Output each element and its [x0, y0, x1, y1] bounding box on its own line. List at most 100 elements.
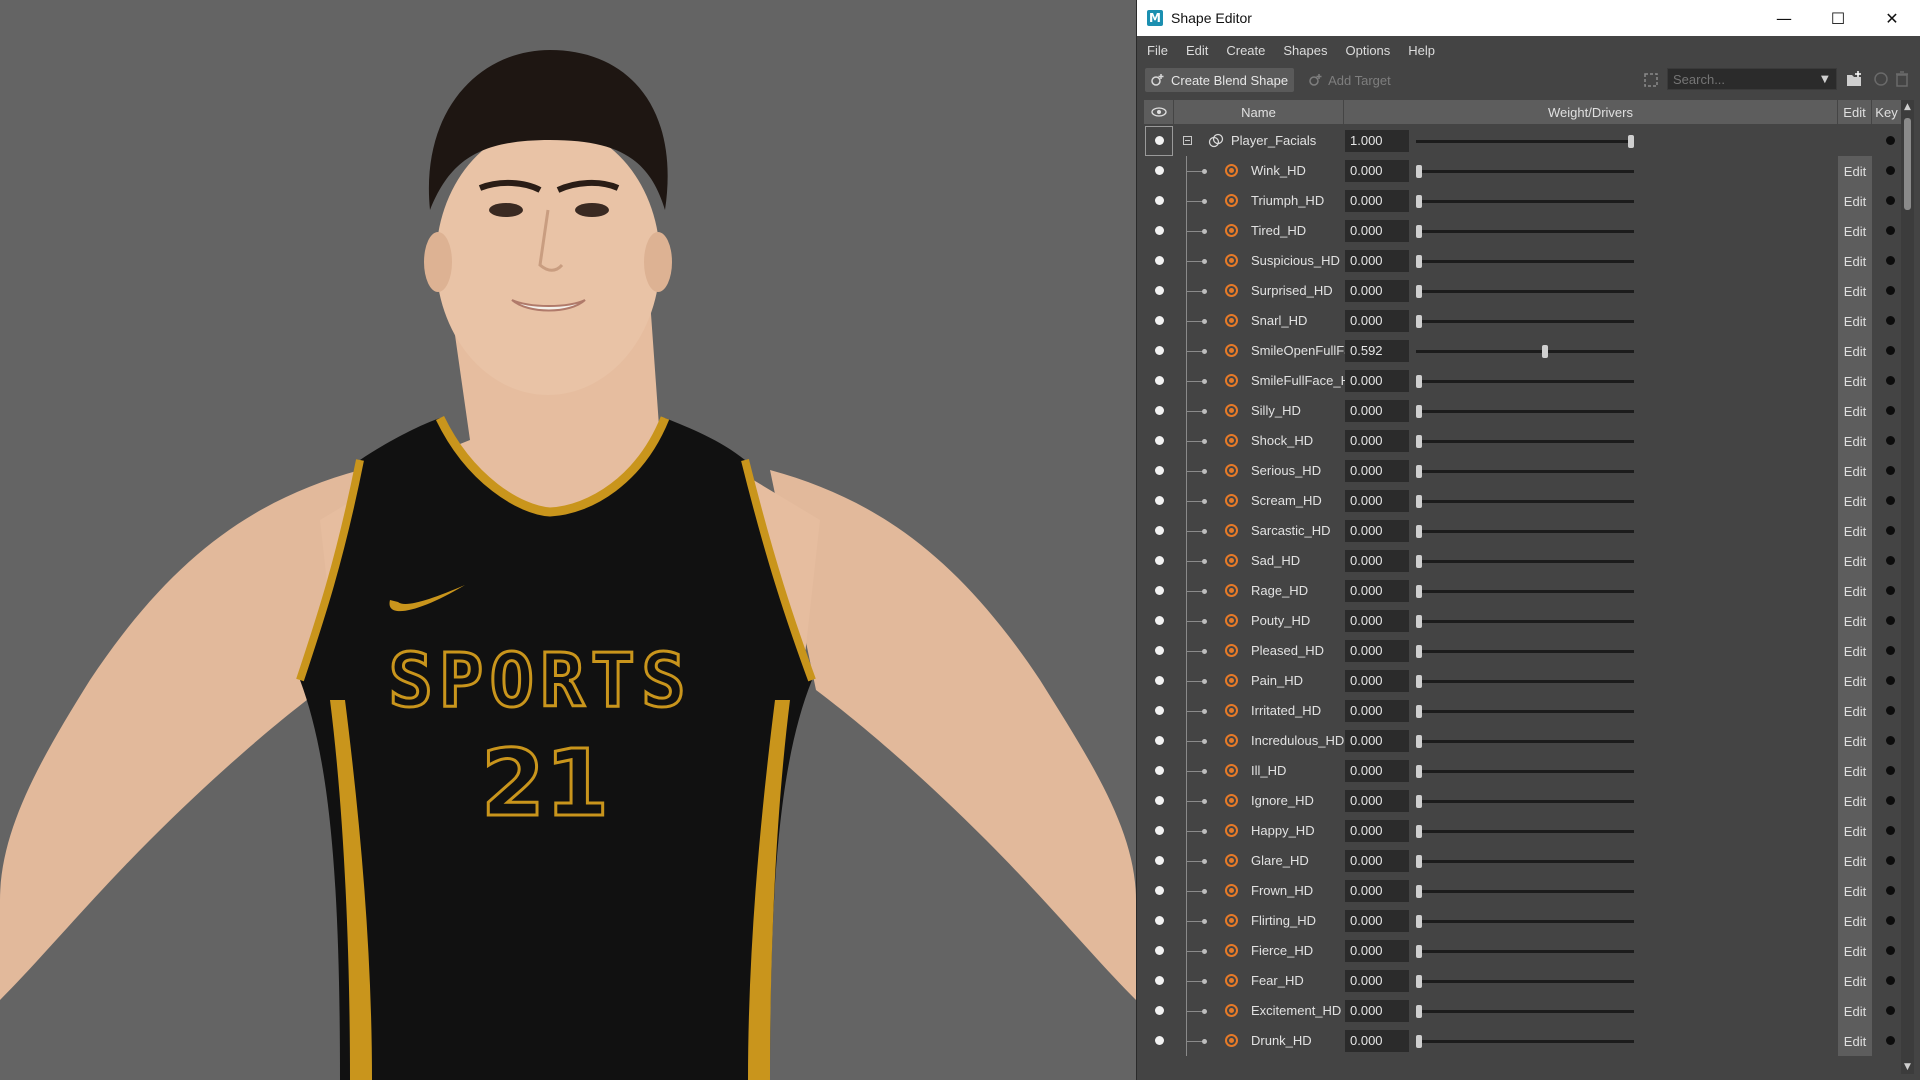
search-field[interactable]: ▼ — [1667, 68, 1837, 90]
key-button[interactable] — [1886, 976, 1895, 985]
weight-field[interactable]: 0.000 — [1345, 1000, 1409, 1022]
edit-button[interactable]: Edit — [1838, 996, 1872, 1026]
title-bar[interactable]: M Shape Editor — ☐ ✕ — [1137, 0, 1920, 36]
name-column-header[interactable]: Name — [1174, 100, 1344, 124]
key-button[interactable] — [1886, 616, 1895, 625]
weight-slider[interactable] — [1416, 675, 1634, 688]
weight-slider[interactable] — [1416, 765, 1634, 778]
slider-handle[interactable] — [1416, 165, 1422, 178]
weight-field[interactable]: 0.000 — [1345, 550, 1409, 572]
create-blend-shape-button[interactable]: Create Blend Shape — [1145, 68, 1295, 92]
slider-handle[interactable] — [1416, 885, 1422, 898]
slider-handle[interactable] — [1416, 645, 1422, 658]
slider-handle[interactable] — [1416, 675, 1422, 688]
edit-button[interactable]: Edit — [1838, 156, 1872, 186]
weight-field[interactable]: 0.000 — [1345, 190, 1409, 212]
edit-button[interactable]: Edit — [1838, 876, 1872, 906]
key-button[interactable] — [1886, 646, 1895, 655]
visibility-toggle[interactable] — [1155, 856, 1164, 865]
weight-field[interactable]: 0.000 — [1345, 670, 1409, 692]
weight-field[interactable]: 0.000 — [1345, 970, 1409, 992]
edit-button[interactable]: Edit — [1838, 906, 1872, 936]
target-row[interactable]: Fear_HD 0.000 Edit — [1144, 966, 1901, 996]
visibility-toggle[interactable] — [1155, 406, 1164, 415]
weight-field[interactable]: 0.000 — [1345, 1030, 1409, 1052]
visibility-toggle[interactable] — [1155, 616, 1164, 625]
slider-handle[interactable] — [1416, 1005, 1422, 1018]
weight-field[interactable]: 0.000 — [1345, 400, 1409, 422]
slider-handle[interactable] — [1416, 1035, 1422, 1048]
slider-handle[interactable] — [1416, 855, 1422, 868]
edit-button[interactable]: Edit — [1838, 456, 1872, 486]
close-icon[interactable]: ✕ — [1865, 0, 1919, 36]
edit-button[interactable]: Edit — [1838, 966, 1872, 996]
target-row[interactable]: Silly_HD 0.000 Edit — [1144, 396, 1901, 426]
visibility-toggle[interactable] — [1155, 136, 1164, 145]
key-button[interactable] — [1886, 826, 1895, 835]
key-button[interactable] — [1886, 586, 1895, 595]
key-button[interactable] — [1886, 946, 1895, 955]
target-row[interactable]: Rage_HD 0.000 Edit — [1144, 576, 1901, 606]
key-button[interactable] — [1886, 256, 1895, 265]
target-row[interactable]: Sarcastic_HD 0.000 Edit — [1144, 516, 1901, 546]
target-row[interactable]: Ill_HD 0.000 Edit — [1144, 756, 1901, 786]
visibility-toggle[interactable] — [1155, 526, 1164, 535]
edit-button[interactable]: Edit — [1838, 336, 1872, 366]
edit-button[interactable]: Edit — [1838, 396, 1872, 426]
edit-button[interactable]: Edit — [1838, 726, 1872, 756]
weight-field[interactable]: 0.000 — [1345, 160, 1409, 182]
visibility-toggle[interactable] — [1155, 766, 1164, 775]
visibility-toggle[interactable] — [1155, 1036, 1164, 1045]
visibility-toggle[interactable] — [1155, 346, 1164, 355]
weight-field[interactable]: 0.000 — [1345, 940, 1409, 962]
target-row[interactable]: Incredulous_HD 0.000 Edit — [1144, 726, 1901, 756]
target-row[interactable]: Pleased_HD 0.000 Edit — [1144, 636, 1901, 666]
weight-slider[interactable] — [1416, 945, 1634, 958]
edit-button[interactable]: Edit — [1838, 846, 1872, 876]
key-button[interactable] — [1886, 706, 1895, 715]
slider-handle[interactable] — [1416, 615, 1422, 628]
visibility-toggle[interactable] — [1155, 1006, 1164, 1015]
scroll-thumb[interactable] — [1904, 118, 1911, 210]
target-row[interactable]: Scream_HD 0.000 Edit — [1144, 486, 1901, 516]
edit-button[interactable]: Edit — [1838, 216, 1872, 246]
weight-field[interactable]: 0.000 — [1345, 250, 1409, 272]
visibility-toggle[interactable] — [1155, 826, 1164, 835]
weight-slider[interactable] — [1416, 585, 1634, 598]
maximize-icon[interactable]: ☐ — [1811, 0, 1865, 36]
menu-options[interactable]: Options — [1345, 43, 1390, 58]
edit-button[interactable]: Edit — [1838, 1026, 1872, 1056]
target-row[interactable]: Suspicious_HD 0.000 Edit — [1144, 246, 1901, 276]
weight-field[interactable]: 0.592 — [1345, 340, 1409, 362]
weight-slider[interactable] — [1416, 705, 1634, 718]
edit-button[interactable]: Edit — [1838, 666, 1872, 696]
target-row[interactable]: Excitement_HD 0.000 Edit — [1144, 996, 1901, 1026]
slider-handle[interactable] — [1416, 285, 1422, 298]
visibility-toggle[interactable] — [1155, 226, 1164, 235]
refresh-icon[interactable] — [1873, 71, 1889, 87]
edit-button[interactable]: Edit — [1838, 696, 1872, 726]
slider-handle[interactable] — [1628, 135, 1634, 148]
weight-slider[interactable] — [1416, 885, 1634, 898]
visibility-toggle[interactable] — [1155, 166, 1164, 175]
visibility-toggle[interactable] — [1155, 436, 1164, 445]
menu-create[interactable]: Create — [1226, 43, 1265, 58]
weight-column-header[interactable]: Weight/Drivers — [1344, 100, 1838, 124]
visibility-toggle[interactable] — [1155, 976, 1164, 985]
weight-slider[interactable] — [1416, 615, 1634, 628]
edit-column-header[interactable]: Edit — [1838, 100, 1872, 124]
weight-field[interactable]: 0.000 — [1345, 820, 1409, 842]
slider-handle[interactable] — [1416, 795, 1422, 808]
weight-slider[interactable] — [1416, 735, 1634, 748]
slider-handle[interactable] — [1416, 465, 1422, 478]
target-row[interactable]: Serious_HD 0.000 Edit — [1144, 456, 1901, 486]
weight-slider[interactable] — [1416, 435, 1634, 448]
target-row[interactable]: Frown_HD 0.000 Edit — [1144, 876, 1901, 906]
key-button[interactable] — [1886, 226, 1895, 235]
slider-handle[interactable] — [1416, 735, 1422, 748]
weight-slider[interactable] — [1416, 195, 1634, 208]
edit-button[interactable]: Edit — [1838, 606, 1872, 636]
visibility-toggle[interactable] — [1155, 316, 1164, 325]
target-row[interactable]: Wink_HD 0.000 Edit — [1144, 156, 1901, 186]
blend-shape-row[interactable]: Player_Facials 1.000 — [1144, 126, 1901, 156]
